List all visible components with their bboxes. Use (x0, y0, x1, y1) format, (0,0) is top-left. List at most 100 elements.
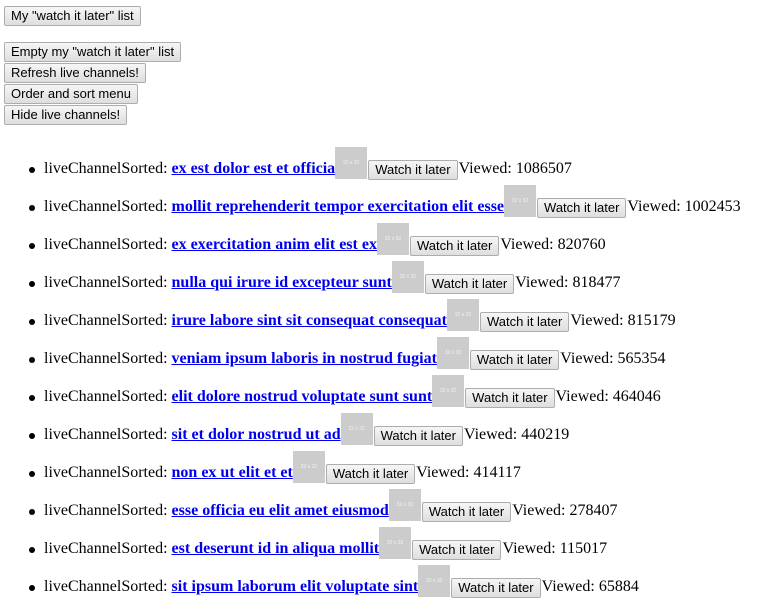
viewed-label: Viewed: (512, 502, 566, 519)
watch-it-later-button[interactable]: Watch it later (368, 160, 458, 180)
refresh-live-channels-button[interactable]: Refresh live channels! (4, 63, 146, 83)
channel-thumbnail-image: 32 x 32 (292, 451, 325, 483)
viewed-count: Viewed: 115017 (502, 539, 607, 559)
channel-prefix-label: liveChannelSorted: (44, 502, 168, 519)
viewed-value: 1002453 (684, 198, 741, 215)
list-bullet (29, 243, 35, 249)
order-sort-menu-button[interactable]: Order and sort menu (4, 84, 138, 104)
channel-item-content: liveChannelSorted: sit et dolor nostrud u… (44, 413, 570, 446)
list-bullet (29, 395, 35, 401)
channel-title-link[interactable]: sit ipsum laborum elit voluptate sint (172, 577, 419, 597)
viewed-value: 818477 (572, 274, 621, 291)
channel-title-link[interactable]: sit et dolor nostrud ut ad (172, 425, 341, 445)
channel-prefix-label: liveChannelSorted: (44, 236, 168, 253)
channel-title-link[interactable]: ex exercitation anim elit est ex (172, 235, 377, 255)
channel-item-content: liveChannelSorted: ex est dolor est et of… (44, 147, 572, 180)
channel-list-item: liveChannelSorted: est deserunt id in ali… (0, 527, 761, 560)
channel-thumbnail-image: 32 x 32 (436, 337, 469, 369)
hide-live-channels-button[interactable]: Hide live channels! (4, 105, 128, 125)
channel-thumbnail-image: 32 x 32 (376, 223, 409, 255)
watch-it-later-button[interactable]: Watch it later (325, 464, 416, 484)
channel-item-content: liveChannelSorted: irure labore sint sit … (44, 299, 676, 332)
channel-prefix-label: liveChannelSorted: (44, 578, 168, 595)
channel-item-content: liveChannelSorted: nulla qui irure id exc… (44, 261, 620, 294)
viewed-label: Viewed: (570, 312, 624, 329)
empty-watch-later-button[interactable]: Empty my "watch it later" list (4, 42, 182, 62)
viewed-count: Viewed: 65884 (542, 577, 639, 597)
viewed-label: Viewed: (555, 388, 609, 405)
channel-prefix-label: liveChannelSorted: (44, 160, 168, 177)
watch-it-later-button[interactable]: Watch it later (469, 350, 560, 370)
list-bullet (29, 167, 35, 173)
viewed-label: Viewed: (458, 160, 512, 177)
watch-it-later-button[interactable]: Watch it later (479, 312, 570, 332)
channel-list-item: liveChannelSorted: elit dolore nostrud vo… (0, 375, 761, 408)
list-bullet (29, 547, 35, 553)
channel-list-item: liveChannelSorted: non ex ut elit et et 32… (0, 451, 761, 484)
viewed-label: Viewed: (560, 350, 614, 367)
channel-thumbnail-image: 32 x 32 (446, 299, 479, 331)
channel-item-content: liveChannelSorted: ex exercitation anim e… (44, 223, 606, 256)
channel-title-link[interactable]: nulla qui irure id excepteur sunt (172, 273, 392, 293)
channel-list-item: liveChannelSorted: nulla qui irure id exc… (0, 261, 761, 294)
viewed-count: Viewed: 1086507 (459, 159, 572, 179)
watch-it-later-button[interactable]: Watch it later (412, 540, 502, 560)
viewed-label: Viewed: (416, 464, 470, 481)
watch-it-later-button[interactable]: Watch it later (451, 578, 541, 598)
watch-it-later-button[interactable]: Watch it later (424, 274, 515, 294)
channel-thumbnail-image: 32 x 32 (418, 565, 451, 597)
list-bullet (29, 319, 35, 325)
channel-title-link[interactable]: ex est dolor est et officia (172, 159, 336, 179)
viewed-value: 115017 (559, 540, 608, 557)
channel-prefix-label: liveChannelSorted: (44, 388, 168, 405)
channel-prefix-label: liveChannelSorted: (44, 540, 168, 557)
watch-it-later-button[interactable]: Watch it later (409, 236, 500, 256)
channel-list-item: liveChannelSorted: sit ipsum laborum elit… (0, 565, 761, 598)
viewed-value: 1086507 (515, 160, 572, 177)
watch-it-later-button[interactable]: Watch it later (421, 502, 512, 522)
channel-item-content: liveChannelSorted: elit dolore nostrud vo… (44, 375, 661, 408)
channel-list-item: liveChannelSorted: mollit reprehenderit t… (0, 185, 761, 218)
viewed-label: Viewed: (541, 578, 595, 595)
viewed-value: 278407 (569, 502, 618, 519)
channel-list-item: liveChannelSorted: ex est dolor est et of… (0, 147, 761, 180)
viewed-count: Viewed: 1002453 (627, 197, 740, 217)
watch-it-later-button[interactable]: Watch it later (373, 426, 463, 446)
viewed-value: 565354 (617, 350, 666, 367)
channel-item-content: liveChannelSorted: sit ipsum laborum elit… (44, 565, 639, 598)
viewed-value: 440219 (521, 426, 570, 443)
list-bullet (29, 281, 35, 287)
channel-title-link[interactable]: esse officia eu elit amet eiusmod (172, 501, 389, 521)
channel-item-content: liveChannelSorted: mollit reprehenderit t… (44, 185, 741, 218)
channel-list-item: liveChannelSorted: sit et dolor nostrud u… (0, 413, 761, 446)
viewed-count: Viewed: 818477 (515, 273, 620, 293)
watch-it-later-button[interactable]: Watch it later (465, 388, 555, 408)
watch-later-list-button[interactable]: My "watch it later" list (4, 6, 141, 26)
channel-list-item: liveChannelSorted: veniam ipsum laboris i… (0, 337, 761, 370)
channel-title-link[interactable]: irure labore sint sit consequat consequa… (172, 311, 447, 331)
channel-thumbnail-image: 32 x 32 (388, 489, 421, 521)
channel-thumbnail-image: 32 x 32 (340, 413, 373, 445)
list-bullet (29, 585, 35, 591)
list-bullet (29, 357, 35, 363)
list-bullet (29, 471, 35, 477)
channel-title-link[interactable]: mollit reprehenderit tempor exercitation… (172, 197, 505, 217)
list-bullet (29, 509, 35, 515)
viewed-count: Viewed: 464046 (556, 387, 661, 407)
channel-title-link[interactable]: veniam ipsum laboris in nostrud fugiat (172, 349, 437, 369)
viewed-count: Viewed: 278407 (512, 501, 617, 521)
viewed-count: Viewed: 414117 (416, 463, 521, 483)
channel-title-link[interactable]: non ex ut elit et et (172, 463, 293, 483)
channel-prefix-label: liveChannelSorted: (44, 198, 168, 215)
channel-item-content: liveChannelSorted: veniam ipsum laboris i… (44, 337, 666, 370)
list-bullet (29, 433, 35, 439)
viewed-count: Viewed: 815179 (570, 311, 675, 331)
channel-title-link[interactable]: elit dolore nostrud voluptate sunt sunt (172, 387, 433, 407)
watch-it-later-button[interactable]: Watch it later (537, 198, 627, 218)
viewed-label: Viewed: (627, 198, 681, 215)
viewed-value: 464046 (612, 388, 661, 405)
viewed-label: Viewed: (502, 540, 556, 557)
channel-title-link[interactable]: est deserunt id in aliqua mollit (172, 539, 380, 559)
channel-item-content: liveChannelSorted: non ex ut elit et et 32… (44, 451, 521, 484)
viewed-label: Viewed: (515, 274, 569, 291)
